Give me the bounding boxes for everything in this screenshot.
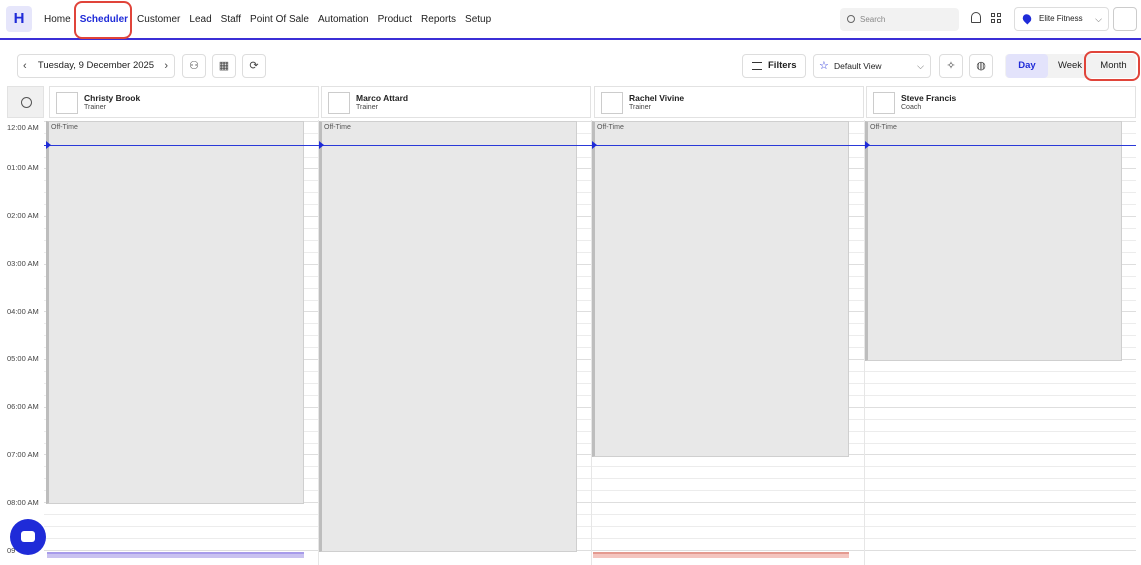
nav-point-of-sale[interactable]: Point Of Sale [250, 14, 309, 25]
staff-name: Rachel Vivine [629, 93, 685, 103]
nav-customer[interactable]: Customer [137, 14, 180, 25]
chevron-down-icon: ⌵ [917, 61, 924, 71]
facility-icon[interactable]: ▦ [212, 54, 236, 78]
staff-photo [873, 92, 895, 114]
time-label: 01:00 AM [7, 163, 39, 172]
staff-header-rachel[interactable]: Rachel Vivine Trainer [594, 86, 864, 118]
staff-name: Christy Brook [84, 93, 141, 103]
staff-name: Steve Francis [901, 93, 957, 103]
search-input[interactable]: Search [840, 8, 959, 31]
time-column: 12:00 AM 01:00 AM 02:00 AM 03:00 AM 04:0… [7, 120, 44, 565]
nav-lead[interactable]: Lead [189, 14, 211, 25]
pin-icon[interactable]: ✧ [939, 54, 963, 78]
staff-header-marco[interactable]: Marco Attard Trainer [321, 86, 591, 118]
staff-header-steve[interactable]: Steve Francis Coach [866, 86, 1136, 118]
bell-icon[interactable] [971, 12, 981, 23]
clock-icon [21, 97, 32, 108]
staff-photo [56, 92, 78, 114]
current-time-marker [46, 141, 51, 149]
staff-header-christy[interactable]: Christy Brook Trainer [49, 86, 319, 118]
nav-staff[interactable]: Staff [221, 14, 241, 25]
location-name: Elite Fitness [1039, 14, 1083, 23]
time-label: 08:00 AM [7, 498, 39, 507]
off-time-block-rachel[interactable]: Off-Time [592, 121, 849, 457]
staff-role: Coach [901, 104, 922, 111]
filters-button[interactable]: Filters [742, 54, 806, 78]
search-placeholder: Search [860, 15, 886, 24]
nav-home[interactable]: Home [44, 14, 71, 25]
time-label: 12:00 AM [7, 123, 39, 132]
current-time-marker [319, 141, 324, 149]
next-day-button[interactable]: › [164, 55, 168, 77]
staff-role: Trainer [84, 104, 106, 111]
filters-label: Filters [768, 60, 797, 71]
time-label: 05:00 AM [7, 354, 39, 363]
off-time-label: Off-Time [51, 124, 78, 131]
time-label: 02:00 AM [7, 211, 39, 220]
view-select[interactable]: ☆ Default View ⌵ [813, 54, 931, 78]
time-label: 07:00 AM [7, 450, 39, 459]
nav-automation[interactable]: Automation [318, 14, 369, 25]
staff-name: Marco Attard [356, 93, 409, 103]
current-time-line [44, 145, 1136, 146]
chat-icon [21, 531, 35, 542]
chat-launcher-button[interactable] [10, 519, 46, 555]
nav-reports[interactable]: Reports [421, 14, 456, 25]
off-time-label: Off-Time [324, 124, 351, 131]
appointment-block[interactable] [593, 552, 849, 558]
location-selector[interactable]: Elite Fitness ⌵ [1014, 7, 1109, 31]
staff-filter-icon[interactable]: ⚇ [182, 54, 206, 78]
staff-role: Trainer [629, 104, 651, 111]
top-nav-bar: H Home Scheduler Customer Lead Staff Poi… [0, 0, 1141, 40]
tab-day[interactable]: Day [1006, 54, 1048, 78]
apps-grid-icon[interactable] [991, 13, 1001, 23]
location-pin-icon [1020, 12, 1034, 25]
view-label: Default View [834, 61, 882, 71]
off-time-block-christy[interactable]: Off-Time [46, 121, 304, 504]
chevron-down-icon: ⌵ [1095, 14, 1102, 24]
time-header-cell [7, 86, 44, 118]
current-date[interactable]: Tuesday, 9 December 2025 [38, 60, 154, 71]
date-navigator: ‹ Tuesday, 9 December 2025 › [17, 54, 175, 78]
off-time-label: Off-Time [597, 124, 624, 131]
refresh-icon[interactable]: ⟳ [242, 54, 266, 78]
user-avatar[interactable] [1113, 7, 1137, 31]
time-label: 06:00 AM [7, 402, 39, 411]
day-calendar: Christy Brook Trainer Marco Attard Train… [0, 86, 1141, 565]
app-logo[interactable]: H [6, 6, 32, 32]
month-highlight-ring [1084, 51, 1140, 81]
staff-photo [601, 92, 623, 114]
appointment-block[interactable] [47, 552, 304, 558]
time-label: 03:00 AM [7, 259, 39, 268]
palette-icon[interactable]: ◍ [969, 54, 993, 78]
search-icon [847, 15, 855, 23]
staff-photo [328, 92, 350, 114]
off-time-block-steve[interactable]: Off-Time [865, 121, 1122, 361]
time-label: 04:00 AM [7, 307, 39, 316]
off-time-label: Off-Time [870, 124, 897, 131]
scheduler-toolbar: ‹ Tuesday, 9 December 2025 › ⚇ ▦ ⟳ Filte… [0, 48, 1141, 84]
current-time-marker [592, 141, 597, 149]
nav-setup[interactable]: Setup [465, 14, 491, 25]
star-icon: ☆ [819, 60, 829, 72]
prev-day-button[interactable]: ‹ [23, 55, 27, 77]
nav-product[interactable]: Product [378, 14, 412, 25]
scheduler-highlight-ring [74, 1, 132, 39]
filter-icon [752, 62, 762, 70]
staff-role: Trainer [356, 104, 378, 111]
current-time-marker [865, 141, 870, 149]
off-time-block-marco[interactable]: Off-Time [319, 121, 577, 552]
